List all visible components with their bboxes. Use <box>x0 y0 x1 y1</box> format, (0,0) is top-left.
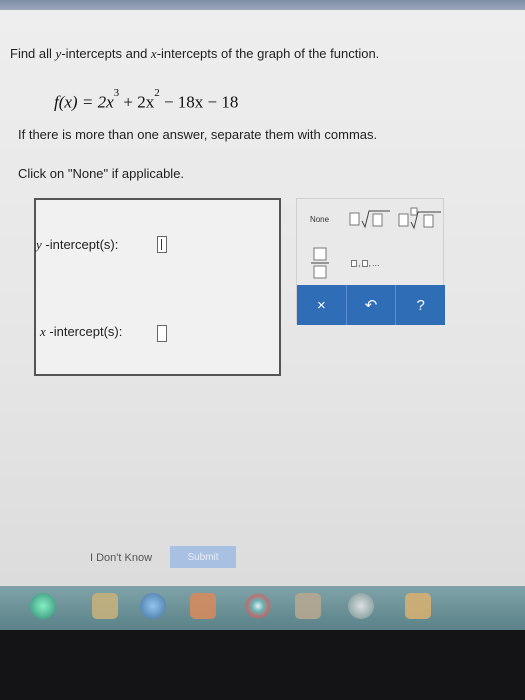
ie-icon[interactable] <box>140 593 166 619</box>
none-button[interactable]: None <box>297 199 342 239</box>
start-icon[interactable] <box>30 593 56 619</box>
list-sep-1: , <box>358 258 361 268</box>
x-intercept-label: x -intercept(s): <box>40 324 122 340</box>
list-button[interactable]: ,,... <box>345 241 445 285</box>
question-text: Find all y-intercepts and x-intercepts o… <box>10 46 379 62</box>
dont-know-button[interactable]: I Don't Know <box>90 552 152 564</box>
file-explorer-icon[interactable] <box>92 593 118 619</box>
formula-mid: + 2x <box>119 92 155 112</box>
calculator-icon[interactable] <box>295 593 321 619</box>
answer-box: y -intercept(s): x -intercept(s): <box>34 198 281 376</box>
formula-exp2: 2 <box>154 87 160 99</box>
help-button[interactable]: ? <box>396 285 445 325</box>
window-top-bar <box>0 0 525 10</box>
question-middle: -intercepts and <box>61 46 151 61</box>
x-intercept-label-text: -intercept(s): <box>45 324 123 339</box>
formula-lhs: f(x) = 2x <box>54 92 114 112</box>
list-slot-icon <box>361 259 368 267</box>
instruction-none: Click on "None" if applicable. <box>18 166 185 181</box>
x-intercept-input[interactable] <box>157 325 167 342</box>
y-intercept-label-text: -intercept(s): <box>41 237 119 252</box>
y-intercept-label: y -intercept(s): <box>36 237 118 253</box>
app-icon[interactable] <box>348 593 374 619</box>
y-intercept-input[interactable] <box>157 236 167 253</box>
media-icon[interactable] <box>190 593 216 619</box>
office-icon[interactable] <box>405 593 431 619</box>
list-ellipsis: ... <box>372 258 380 268</box>
taskbar <box>0 586 525 630</box>
formula-exp1: 3 <box>113 87 120 99</box>
list-slot-icon <box>351 259 357 267</box>
formula-tail: − 18x − 18 <box>159 92 239 112</box>
math-palette: None ,,... × ↶ ? <box>296 198 445 325</box>
monitor-bezel <box>0 630 525 700</box>
list-sep-2: , <box>368 258 372 268</box>
nth-root-icon <box>398 207 441 230</box>
chrome-icon[interactable] <box>245 593 271 619</box>
text-cursor <box>161 239 162 250</box>
question-prefix: Find all <box>10 46 56 61</box>
submit-button[interactable]: Submit <box>170 546 236 568</box>
palette-action-bar: × ↶ ? <box>297 285 445 325</box>
nth-root-button[interactable] <box>395 202 445 236</box>
square-root-button[interactable] <box>345 202 395 236</box>
fraction-button[interactable] <box>297 241 342 285</box>
undo-button[interactable]: ↶ <box>347 285 397 325</box>
clear-button[interactable]: × <box>297 285 347 325</box>
square-root-icon <box>349 210 390 229</box>
instruction-commas: If there is more than one answer, separa… <box>18 127 378 142</box>
browser-page: Find all y-intercepts and x-intercepts o… <box>0 0 525 586</box>
question-suffix: -intercepts of the graph of the function… <box>156 46 380 61</box>
fraction-icon <box>310 247 329 279</box>
function-formula: f(x) = 2x3 + 2x2 − 18x − 18 <box>54 87 239 113</box>
